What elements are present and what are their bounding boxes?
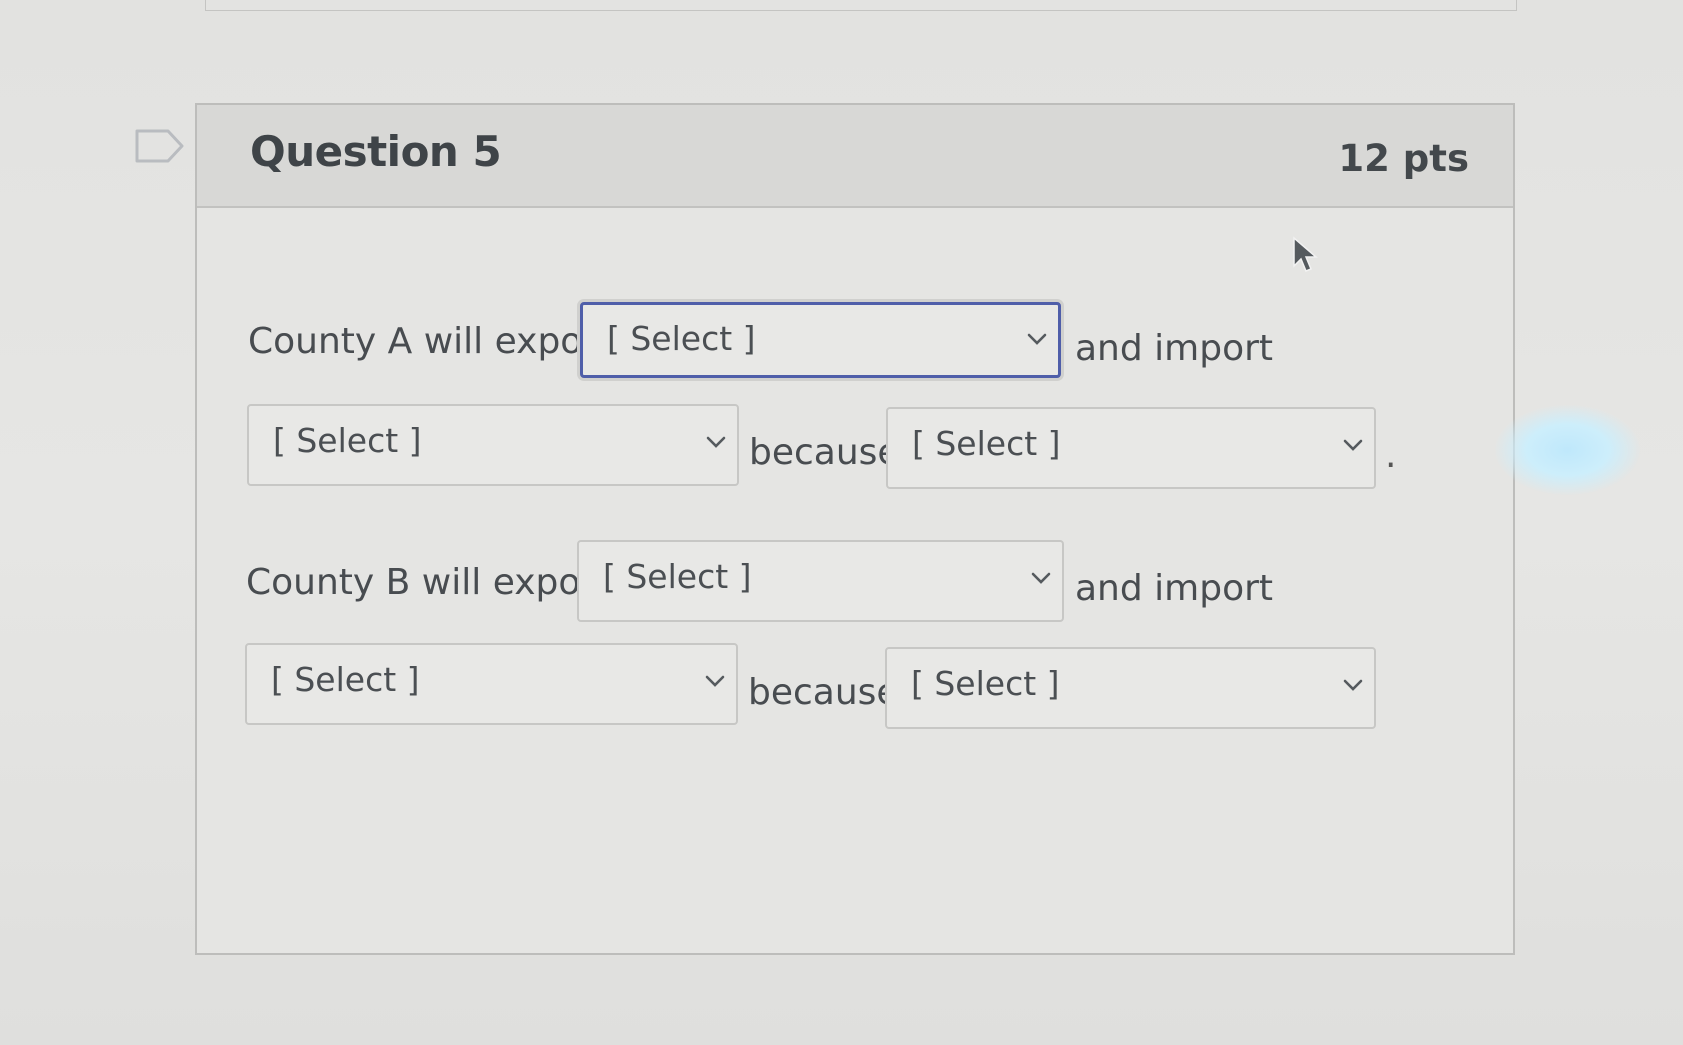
county-b-export-text: County B will export bbox=[246, 562, 610, 603]
county-b-import-text: and import bbox=[1075, 568, 1274, 609]
question-title: Question 5 bbox=[250, 127, 502, 176]
chevron-down-icon bbox=[1343, 679, 1363, 691]
screen: Question 5 12 pts County A will export [… bbox=[0, 0, 1683, 1045]
county-b-export-select[interactable]: [ Select ] bbox=[577, 540, 1064, 622]
county-a-import-text: and import bbox=[1075, 328, 1274, 369]
question-header: Question 5 12 pts bbox=[197, 105, 1513, 208]
select-label: [ Select ] bbox=[912, 424, 1061, 463]
mouse-pointer-icon bbox=[1293, 236, 1319, 272]
county-b-import-select[interactable]: [ Select ] bbox=[245, 643, 738, 725]
previous-question-card-edge bbox=[205, 0, 1517, 11]
question-card: Question 5 12 pts bbox=[195, 103, 1515, 955]
select-label: [ Select ] bbox=[911, 664, 1060, 703]
flag-question-icon[interactable] bbox=[134, 128, 186, 164]
select-label: [ Select ] bbox=[273, 421, 422, 460]
select-label: [ Select ] bbox=[607, 319, 756, 358]
screen-glare bbox=[1495, 405, 1640, 495]
chevron-down-icon bbox=[1343, 439, 1363, 451]
county-a-export-select[interactable]: [ Select ] bbox=[580, 302, 1061, 378]
county-a-import-select[interactable]: [ Select ] bbox=[247, 404, 739, 486]
chevron-down-icon bbox=[706, 436, 726, 448]
chevron-down-icon bbox=[705, 675, 725, 687]
county-b-because-text: because bbox=[748, 672, 899, 713]
sentence-end-period: . bbox=[1385, 435, 1397, 476]
chevron-down-icon bbox=[1031, 572, 1051, 584]
county-a-because-text: because bbox=[749, 432, 900, 473]
county-b-because-select[interactable]: [ Select ] bbox=[885, 647, 1376, 729]
county-a-because-select[interactable]: [ Select ] bbox=[886, 407, 1376, 489]
county-a-export-text: County A will export bbox=[248, 321, 612, 362]
select-label: [ Select ] bbox=[603, 557, 752, 596]
chevron-down-icon bbox=[1027, 333, 1047, 345]
question-points: 12 pts bbox=[1338, 137, 1469, 180]
select-label: [ Select ] bbox=[271, 660, 420, 699]
